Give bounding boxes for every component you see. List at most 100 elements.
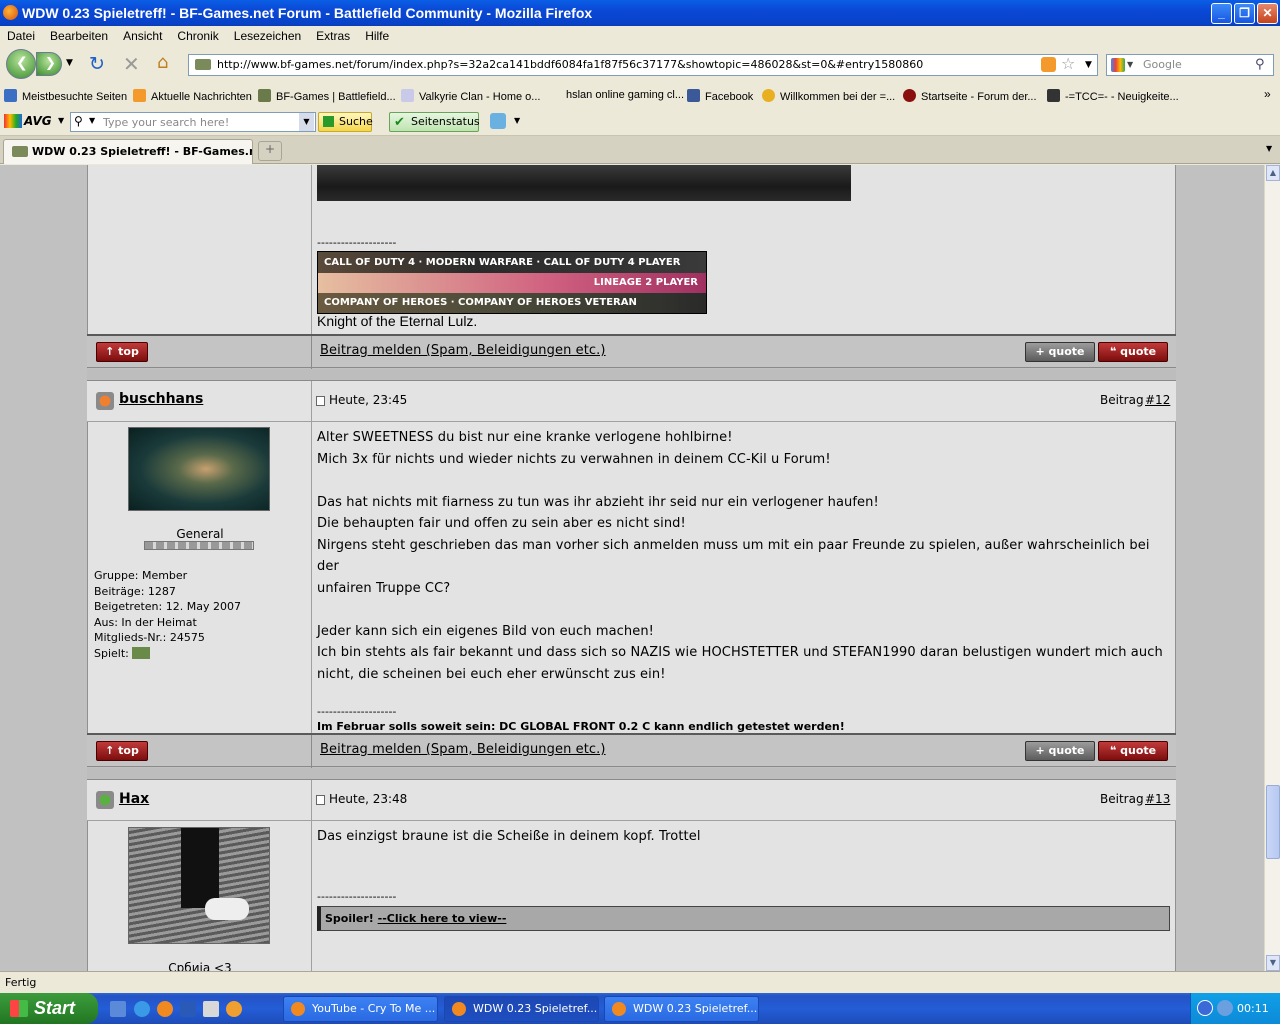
clock[interactable]: 00:11 xyxy=(1237,1002,1269,1015)
page-content: -------------------- CALL OF DUTY 4 · MO… xyxy=(0,165,1264,971)
post-icon xyxy=(316,795,325,805)
bookmark-item[interactable]: Startseite - Forum der... xyxy=(903,89,1037,103)
web-search-placeholder: Google xyxy=(1143,58,1182,71)
lineage2-userbar: LINEAGE 2 PLAYER xyxy=(318,273,706,293)
reload-icon[interactable]: ↻ xyxy=(89,53,105,75)
quicklaunch-printer-icon[interactable] xyxy=(203,1001,219,1017)
quicklaunch-desktop-icon[interactable] xyxy=(110,1001,126,1017)
new-tab-button[interactable]: + xyxy=(258,141,282,161)
back-button[interactable]: ❮ xyxy=(6,49,36,79)
menu-bearbeiten[interactable]: Bearbeiten xyxy=(43,26,116,43)
post-11-body: -------------------- CALL OF DUTY 4 · MO… xyxy=(87,165,1176,335)
menu-datei[interactable]: Datei xyxy=(0,26,43,43)
vertical-scrollbar[interactable]: ▲ ▼ xyxy=(1264,165,1280,971)
window-title: WDW 0.23 Spieletreff! - BF-Games.net For… xyxy=(22,5,593,21)
home-icon[interactable]: ⌂ xyxy=(157,52,168,73)
bookmark-item[interactable]: Valkyrie Clan - Home o... xyxy=(401,89,540,103)
menu-ansicht[interactable]: Ansicht xyxy=(116,26,170,43)
scroll-up-arrow-icon[interactable]: ▲ xyxy=(1266,165,1280,181)
post-12-body: General Gruppe: Member Beiträge: 1287 Beig… xyxy=(87,422,1176,734)
quicklaunch-firefox-icon[interactable] xyxy=(157,1001,173,1017)
forward-button[interactable]: ❯ xyxy=(36,52,62,76)
taskbar-item-wdw[interactable]: WDW 0.23 Spieletref... xyxy=(604,996,759,1022)
top-button[interactable]: ↑ top xyxy=(96,342,148,362)
bookmark-star-icon[interactable]: ☆ xyxy=(1061,54,1075,74)
post-13-username[interactable]: Hax xyxy=(119,791,149,807)
status-bar: Fertig xyxy=(0,971,1280,993)
rss-icon[interactable] xyxy=(1041,57,1056,72)
quote-button[interactable]: ❝ quote xyxy=(1098,342,1168,362)
url-text: http://www.bf-games.net/forum/index.php?… xyxy=(217,58,924,71)
avg-search-dropdown-icon[interactable]: ▼ xyxy=(299,113,314,131)
menu-chronik[interactable]: Chronik xyxy=(170,26,226,43)
report-post-link[interactable]: Beitrag melden (Spam, Beleidigungen etc.… xyxy=(320,340,606,362)
web-search-input[interactable]: ▼ Google ⚲ xyxy=(1106,54,1274,76)
site-favicon-icon xyxy=(195,59,211,70)
menu-lesezeichen[interactable]: Lesezeichen xyxy=(227,26,309,43)
avg-page-status-button[interactable]: ✔ Seitenstatus xyxy=(389,112,480,132)
bookmark-item[interactable]: Facebook xyxy=(687,89,753,103)
url-bar[interactable]: http://www.bf-games.net/forum/index.php?… xyxy=(188,54,1098,76)
close-button[interactable]: ✕ xyxy=(1257,3,1278,24)
bookmark-item[interactable]: Meistbesuchte Seiten xyxy=(4,89,127,103)
stop-icon[interactable]: ✕ xyxy=(123,52,140,76)
history-dropdown-icon[interactable]: ▼ xyxy=(66,58,73,68)
bookmark-item[interactable]: Aktuelle Nachrichten xyxy=(133,89,252,103)
search-icon[interactable]: ⚲ xyxy=(1255,55,1265,75)
spoiler-toggle-link[interactable]: --Click here to view-- xyxy=(378,912,507,925)
user-rank: General xyxy=(176,527,224,541)
avg-search-placeholder: Type your search here! xyxy=(103,116,230,129)
menu-extras[interactable]: Extras xyxy=(309,26,358,43)
scroll-down-arrow-icon[interactable]: ▼ xyxy=(1266,955,1280,971)
search-type-dropdown-icon[interactable]: ▼ xyxy=(89,116,95,125)
multi-quote-button[interactable]: + quote xyxy=(1025,342,1095,362)
google-icon[interactable] xyxy=(1111,58,1125,72)
post-13-label: Beitrag xyxy=(1100,792,1144,806)
bookmark-item[interactable]: hslan online gaming cl... xyxy=(566,89,684,101)
quicklaunch-word-icon[interactable] xyxy=(180,1001,196,1017)
avg-search-input[interactable]: ⚲ ▼ Type your search here! ▼ xyxy=(70,112,316,132)
system-tray: 00:11 xyxy=(1190,993,1280,1024)
quicklaunch-ie-icon[interactable] xyxy=(134,1001,150,1017)
url-dropdown-icon[interactable]: ▼ xyxy=(1085,55,1092,75)
menu-hilfe[interactable]: Hilfe xyxy=(358,26,397,43)
tray-expand-icon[interactable] xyxy=(1197,1000,1213,1016)
post-13-number-link[interactable]: #13 xyxy=(1145,792,1170,806)
check-icon: ✔ xyxy=(394,115,405,130)
bfgames-icon xyxy=(258,89,271,102)
avg-widget-icon[interactable] xyxy=(490,113,506,129)
post-12-label: Beitrag xyxy=(1100,393,1144,407)
avg-search-button[interactable]: Suche xyxy=(318,112,373,132)
spoiler-box: Spoiler! --Click here to view-- xyxy=(317,906,1170,931)
start-button[interactable]: Start xyxy=(0,993,98,1024)
multi-quote-button[interactable]: + quote xyxy=(1025,741,1095,761)
post-13-body: Србија <3 Das einzigst braune ist die Sc… xyxy=(87,821,1176,971)
tray-app-icon[interactable] xyxy=(1217,1000,1233,1016)
taskbar-item-youtube[interactable]: YouTube - Cry To Me ... xyxy=(283,996,438,1022)
search-engine-dropdown-icon[interactable]: ▼ xyxy=(1127,55,1133,75)
quicklaunch-app-icon[interactable] xyxy=(226,1001,242,1017)
spoiler-label: Spoiler! xyxy=(325,912,374,925)
post-13-text: Das einzigst braune ist die Scheiße in d… xyxy=(317,829,701,844)
scroll-thumb[interactable] xyxy=(1266,785,1280,859)
more-bookmarks-icon[interactable]: » xyxy=(1264,87,1271,101)
report-post-link[interactable]: Beitrag melden (Spam, Beleidigungen etc.… xyxy=(320,739,606,761)
post-12-number-link[interactable]: #12 xyxy=(1145,393,1170,407)
quote-button[interactable]: ❝ quote xyxy=(1098,741,1168,761)
bookmark-item[interactable]: Willkommen bei der =... xyxy=(762,89,895,103)
forum-icon xyxy=(903,89,916,102)
bookmark-item[interactable]: -=TCC=- - Neuigkeite... xyxy=(1047,89,1179,103)
maximize-button[interactable]: ❐ xyxy=(1234,3,1255,24)
bookmark-item[interactable]: BF-Games | Battlefield... xyxy=(258,89,396,103)
site-favicon-icon xyxy=(12,146,28,157)
post-12-username[interactable]: buschhans xyxy=(119,391,203,407)
avg-widget-dropdown-icon[interactable]: ▼ xyxy=(514,116,520,125)
top-button[interactable]: ↑ top xyxy=(96,741,148,761)
taskbar-item-wdw-active[interactable]: WDW 0.23 Spieletref... xyxy=(444,996,599,1022)
tab-active[interactable]: WDW 0.23 Spieletreff! - BF-Games.ne... xyxy=(3,139,253,164)
bookmarks-toolbar: Meistbesuchte Seiten Aktuelle Nachrichte… xyxy=(0,84,1280,108)
tab-list-dropdown-icon[interactable]: ▼ xyxy=(1266,144,1272,153)
avg-menu-dropdown-icon[interactable]: ▼ xyxy=(58,116,64,125)
rss-icon xyxy=(133,89,146,102)
minimize-button[interactable]: _ xyxy=(1211,3,1232,24)
